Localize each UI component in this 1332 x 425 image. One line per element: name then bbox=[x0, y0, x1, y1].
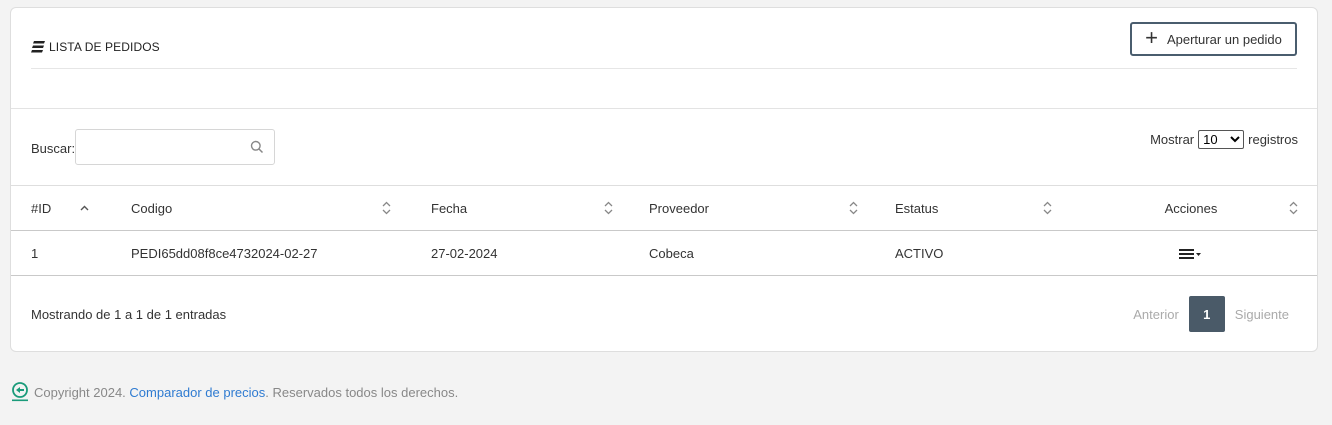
column-label: Acciones bbox=[1164, 200, 1218, 216]
sort-icon bbox=[382, 201, 391, 215]
search-input[interactable] bbox=[82, 130, 246, 164]
sort-icon bbox=[1043, 201, 1052, 215]
previous-page-button[interactable]: Anterior bbox=[1123, 307, 1189, 322]
table-row: 1 PEDI65dd08f8ce4732024-02-27 27-02-2024… bbox=[11, 230, 1317, 276]
search-label: Buscar: bbox=[31, 141, 76, 156]
orders-card: LISTA DE PEDIDOS + Aperturar un pedido B… bbox=[10, 7, 1318, 352]
column-label: Estatus bbox=[895, 200, 939, 216]
footer-link[interactable]: Comparador de precios bbox=[129, 385, 265, 400]
search-icon[interactable] bbox=[250, 140, 264, 154]
column-label: #ID bbox=[31, 200, 52, 216]
footer: Copyright 2024. Comparador de precios. R… bbox=[11, 382, 458, 402]
orders-table: #ID Codigo Fecha Proveedor Estatus Accio… bbox=[11, 185, 1317, 276]
divider bbox=[11, 108, 1317, 109]
column-label: Fecha bbox=[431, 200, 468, 216]
column-header-proveedor[interactable]: Proveedor bbox=[629, 185, 875, 231]
brand-logo-icon bbox=[12, 382, 28, 402]
list-icon bbox=[31, 41, 45, 53]
page-length-control: Mostrar 10 registros bbox=[1150, 130, 1298, 149]
cell-estatus: ACTIVO bbox=[875, 230, 1065, 276]
pagination: Anterior 1 Siguiente bbox=[1123, 296, 1299, 332]
card-header: LISTA DE PEDIDOS + Aperturar un pedido bbox=[31, 8, 1297, 69]
cell-proveedor: Cobeca bbox=[629, 230, 875, 276]
footer-prefix: Copyright 2024. bbox=[34, 384, 126, 400]
table-info: Mostrando de 1 a 1 de 1 entradas bbox=[31, 307, 227, 322]
search-box[interactable] bbox=[75, 129, 275, 165]
open-order-label: Aperturar un pedido bbox=[1166, 31, 1282, 47]
open-order-button[interactable]: + Aperturar un pedido bbox=[1130, 22, 1297, 56]
column-label: Codigo bbox=[131, 200, 173, 216]
next-page-button[interactable]: Siguiente bbox=[1225, 307, 1299, 322]
show-suffix: registros bbox=[1248, 132, 1298, 147]
table-header-row: #ID Codigo Fecha Proveedor Estatus Accio… bbox=[11, 185, 1317, 231]
cell-codigo: PEDI65dd08f8ce4732024-02-27 bbox=[111, 230, 411, 276]
sort-icon bbox=[1289, 201, 1298, 215]
sort-asc-icon bbox=[80, 205, 89, 211]
page-length-select[interactable]: 10 bbox=[1198, 130, 1245, 149]
show-prefix: Mostrar bbox=[1150, 132, 1195, 147]
footer-suffix: . Reservados todos los derechos. bbox=[265, 384, 459, 400]
page-title-text: LISTA DE PEDIDOS bbox=[49, 40, 160, 54]
plus-icon: + bbox=[1145, 25, 1158, 50]
column-header-codigo[interactable]: Codigo bbox=[111, 185, 411, 231]
column-label: Proveedor bbox=[649, 200, 709, 216]
sort-icon bbox=[604, 201, 613, 215]
actions-menu-icon[interactable] bbox=[1179, 248, 1203, 260]
page-button-current[interactable]: 1 bbox=[1188, 296, 1225, 332]
cell-acciones bbox=[1065, 230, 1317, 276]
page-title: LISTA DE PEDIDOS bbox=[31, 40, 160, 54]
cell-fecha: 27-02-2024 bbox=[411, 230, 629, 276]
column-header-fecha[interactable]: Fecha bbox=[411, 185, 629, 231]
column-header-estatus[interactable]: Estatus bbox=[875, 185, 1065, 231]
column-header-acciones[interactable]: Acciones bbox=[1065, 185, 1317, 231]
column-header-id[interactable]: #ID bbox=[11, 185, 111, 231]
sort-icon bbox=[849, 201, 858, 215]
cell-id: 1 bbox=[11, 230, 111, 276]
